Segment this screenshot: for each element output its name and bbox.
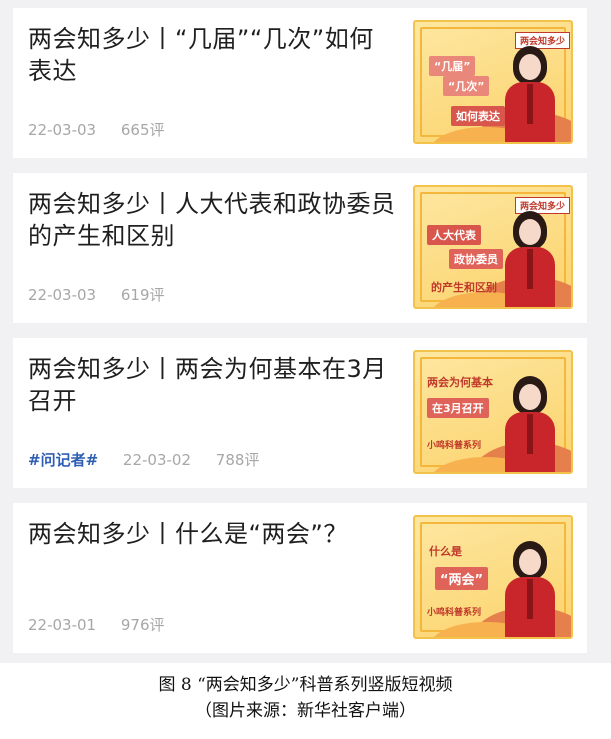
comment-count[interactable]: 665评 <box>121 121 165 139</box>
thumbnail-text: 什么是 <box>429 545 462 558</box>
thumbnail-text: “几届” <box>429 56 476 76</box>
video-thumbnail[interactable]: 两会为何基本 在3月召开 小鸣科普系列 <box>413 350 573 474</box>
video-thumbnail[interactable]: 两会知多少 “几届” “几次” 如何表达 <box>413 20 573 144</box>
video-thumbnail[interactable]: 什么是 “两会” 小鸣科普系列 <box>413 515 573 639</box>
news-meta: 22-03-01 976评 <box>28 614 185 635</box>
comment-count[interactable]: 788评 <box>216 451 260 469</box>
thumbnail-text: 人大代表 <box>427 225 481 245</box>
thumbnail-text: “两会” <box>435 567 489 590</box>
thumbnail-text: “几次” <box>443 76 490 96</box>
thumbnail-text: 的产生和区别 <box>431 281 497 294</box>
news-date: 22-03-02 <box>122 451 192 469</box>
thumbnail-text: 政协委员 <box>449 249 503 269</box>
news-date: 22-03-01 <box>28 616 97 634</box>
comment-count[interactable]: 619评 <box>121 286 165 304</box>
presenter-image <box>499 42 561 142</box>
news-card[interactable]: 两会知多少丨什么是“两会”？ 22-03-01 976评 什么是 “两会” 小鸣… <box>13 503 587 653</box>
news-date: 22-03-03 <box>28 286 97 304</box>
thumbnail-text: 如何表达 <box>451 106 505 126</box>
news-title[interactable]: 两会知多少丨人大代表和政协委员的产生和区别 <box>28 188 398 252</box>
thumbnail-text: 两会为何基本 <box>427 376 493 389</box>
news-card[interactable]: 两会知多少丨两会为何基本在3月召开 #问记者# 22-03-02 788评 两会… <box>13 338 587 488</box>
news-meta: 22-03-03 619评 <box>28 284 185 305</box>
figure-source: （图片来源：新华社客户端） <box>195 701 416 721</box>
thumbnail-text: 小鸣科普系列 <box>427 441 482 451</box>
news-title[interactable]: 两会知多少丨什么是“两会”？ <box>28 518 398 550</box>
presenter-image <box>499 207 561 307</box>
news-card[interactable]: 两会知多少丨“几届”“几次”如何表达 22-03-03 665评 两会知多少 “… <box>13 8 587 158</box>
news-title[interactable]: 两会知多少丨两会为何基本在3月召开 <box>28 353 398 417</box>
news-title[interactable]: 两会知多少丨“几届”“几次”如何表达 <box>28 23 398 87</box>
comment-count[interactable]: 976评 <box>121 616 165 634</box>
thumbnail-text: 小鸣科普系列 <box>427 608 482 618</box>
news-meta: #问记者# 22-03-02 788评 <box>28 449 279 470</box>
figure-caption: 图 8 “两会知多少”科普系列竖版短视频 <box>158 675 453 695</box>
topic-tag[interactable]: #问记者# <box>28 451 98 469</box>
news-meta: 22-03-03 665评 <box>28 119 185 140</box>
presenter-image <box>499 537 561 637</box>
video-thumbnail[interactable]: 两会知多少 人大代表 政协委员 的产生和区别 <box>413 185 573 309</box>
presenter-image <box>499 372 561 472</box>
news-card[interactable]: 两会知多少丨人大代表和政协委员的产生和区别 22-03-03 619评 两会知多… <box>13 173 587 323</box>
news-feed: 两会知多少丨“几届”“几次”如何表达 22-03-03 665评 两会知多少 “… <box>0 0 611 663</box>
thumbnail-text: 在3月召开 <box>427 398 489 418</box>
news-date: 22-03-03 <box>28 121 97 139</box>
